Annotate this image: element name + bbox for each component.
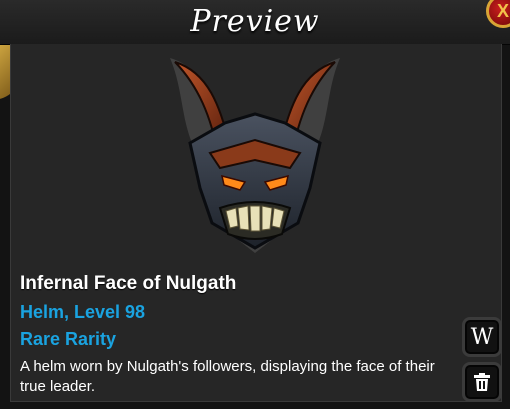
helm-preview-image [170,58,340,253]
item-description: A helm worn by Nulgath's followers, disp… [20,358,435,395]
wiki-button[interactable]: W [462,317,502,357]
wiki-icon: W [470,324,494,350]
item-type-level: Helm, Level 98 [20,302,146,322]
trash-icon [474,373,490,391]
item-rarity: Rare Rarity [20,329,117,349]
preview-window: Preview X Infernal Face of Nulgath Helm, [0,0,510,409]
close-icon: X [496,0,509,21]
item-name: Infernal Face of Nulgath [20,273,237,294]
window-title: Preview [190,4,320,39]
title-bar: Preview [0,0,510,45]
delete-button[interactable] [462,362,502,402]
